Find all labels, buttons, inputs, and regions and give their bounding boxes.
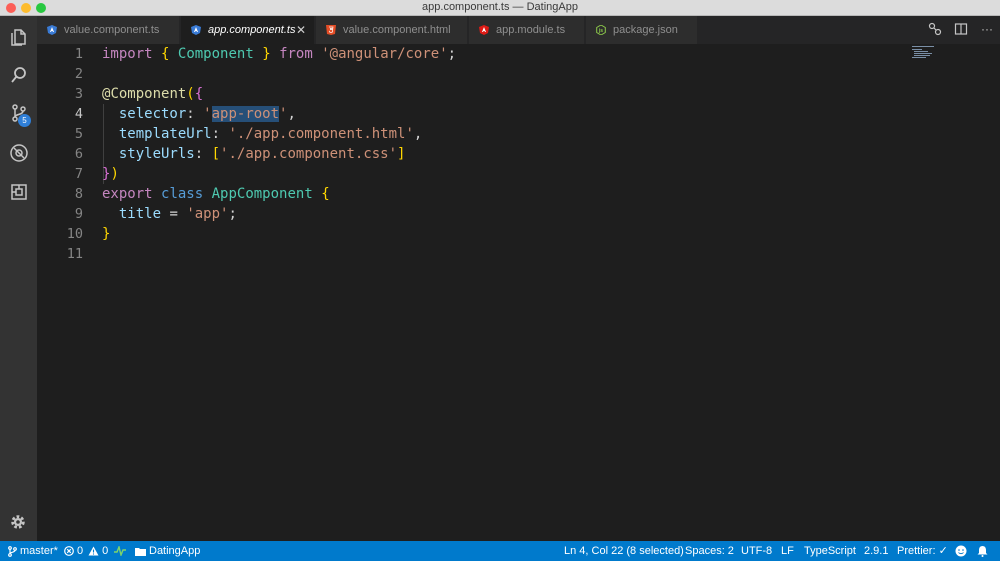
line-number: 3	[74, 86, 83, 102]
code-line-8: export class AppComponent {	[102, 186, 330, 202]
git-branch-icon	[8, 545, 17, 557]
line-number: 6	[74, 146, 83, 162]
more-actions-icon[interactable]: ···	[980, 22, 994, 36]
debug-icon	[9, 144, 28, 162]
eol-status[interactable]: LF	[781, 541, 794, 561]
folder-icon	[135, 547, 146, 556]
git-branch-status[interactable]: master*	[8, 541, 58, 561]
status-bar: master* 0 0 DatingApp Ln 4, Col 22 (8 se…	[0, 541, 1000, 561]
tab-app-component-ts[interactable]: app.component.ts ✕	[181, 16, 315, 44]
code-line-6: styleUrls: ['./app.component.css']	[118, 146, 406, 162]
line-number: 5	[74, 126, 83, 142]
feedback-status[interactable]	[955, 541, 970, 561]
explorer-button[interactable]	[0, 18, 37, 56]
text-selection: app-root	[211, 106, 280, 122]
code-line-7: })	[102, 166, 119, 182]
scm-badge: 5	[18, 114, 31, 127]
code-editor[interactable]: 1 2 3 4 5 6 7 8 9 10 11 import { Compone…	[37, 44, 1000, 541]
search-button[interactable]	[0, 56, 37, 94]
search-icon	[10, 67, 26, 83]
minimap[interactable]	[912, 46, 942, 60]
tab-label: package.json	[613, 24, 678, 36]
source-control-button[interactable]: 5	[0, 94, 37, 132]
pulse-icon	[114, 546, 126, 556]
indentation-status[interactable]: Spaces: 2	[685, 541, 734, 561]
title-bar: app.component.ts — DatingApp	[0, 0, 1000, 16]
problems-status[interactable]: 0 0	[64, 541, 108, 561]
angular-icon	[47, 25, 57, 35]
folder-status[interactable]: DatingApp	[135, 541, 200, 561]
line-number: 9	[74, 206, 83, 222]
prettier-status[interactable]: Prettier: ✓	[897, 541, 948, 561]
error-count: 0	[77, 545, 84, 557]
html5-icon	[326, 25, 336, 35]
debug-button[interactable]	[0, 134, 37, 172]
code-line-10: }	[102, 226, 111, 242]
tab-label: value.component.ts	[64, 24, 160, 36]
notifications-status[interactable]	[977, 541, 991, 561]
cursor-position-status[interactable]: Ln 4, Col 22 (8 selected)	[564, 541, 684, 561]
nodejs-icon: js	[596, 25, 606, 35]
line-number: 2	[74, 66, 83, 82]
encoding-status[interactable]: UTF-8	[741, 541, 772, 561]
line-number-current: 4	[74, 106, 83, 122]
split-editor-icon[interactable]	[954, 22, 968, 36]
language-mode-status[interactable]: TypeScript	[804, 541, 856, 561]
line-number: 1	[74, 46, 83, 62]
code-line-3: @Component({	[102, 86, 204, 102]
live-share-status[interactable]	[114, 541, 129, 561]
line-number: 7	[74, 166, 83, 182]
gear-icon[interactable]	[9, 513, 27, 531]
tab-label: value.component.html	[343, 24, 451, 36]
line-number: 10	[66, 226, 83, 242]
open-changes-icon[interactable]	[928, 22, 942, 36]
code-line-5: templateUrl: './app.component.html',	[118, 126, 423, 142]
tab-label: app.module.ts	[496, 24, 566, 36]
angular-icon	[479, 25, 489, 35]
error-icon	[64, 546, 74, 556]
code-line-4: selector: 'app-root',	[118, 106, 296, 122]
close-icon[interactable]: ✕	[296, 23, 306, 37]
activity-bar: 5	[0, 16, 37, 541]
window-title: app.component.ts — DatingApp	[422, 1, 578, 13]
line-number: 8	[74, 186, 83, 202]
warning-icon	[88, 546, 99, 556]
warning-count: 0	[102, 545, 109, 557]
folder-name: DatingApp	[149, 545, 201, 557]
bell-icon	[977, 546, 988, 557]
line-number: 11	[66, 246, 83, 262]
files-icon	[10, 29, 26, 46]
typescript-version-status[interactable]: 2.9.1	[864, 541, 888, 561]
smiley-icon	[955, 545, 967, 557]
tab-value-component-ts[interactable]: value.component.ts	[37, 16, 180, 44]
extensions-icon	[10, 184, 27, 200]
tab-app-module-ts[interactable]: app.module.ts	[469, 16, 585, 44]
branch-name: master*	[20, 545, 58, 557]
angular-icon	[191, 25, 201, 35]
code-line-1: import { Component } from '@angular/core…	[102, 46, 457, 62]
tab-bar: value.component.ts app.component.ts ✕ va…	[37, 16, 1000, 44]
extensions-button[interactable]	[0, 173, 37, 211]
tab-label: app.component.ts	[208, 24, 296, 36]
code-line-9: title = 'app';	[118, 206, 237, 222]
tab-package-json[interactable]: js package.json	[586, 16, 698, 44]
tab-value-component-html[interactable]: value.component.html	[316, 16, 468, 44]
svg-text:js: js	[598, 28, 603, 34]
editor-actions: ···	[928, 22, 994, 36]
